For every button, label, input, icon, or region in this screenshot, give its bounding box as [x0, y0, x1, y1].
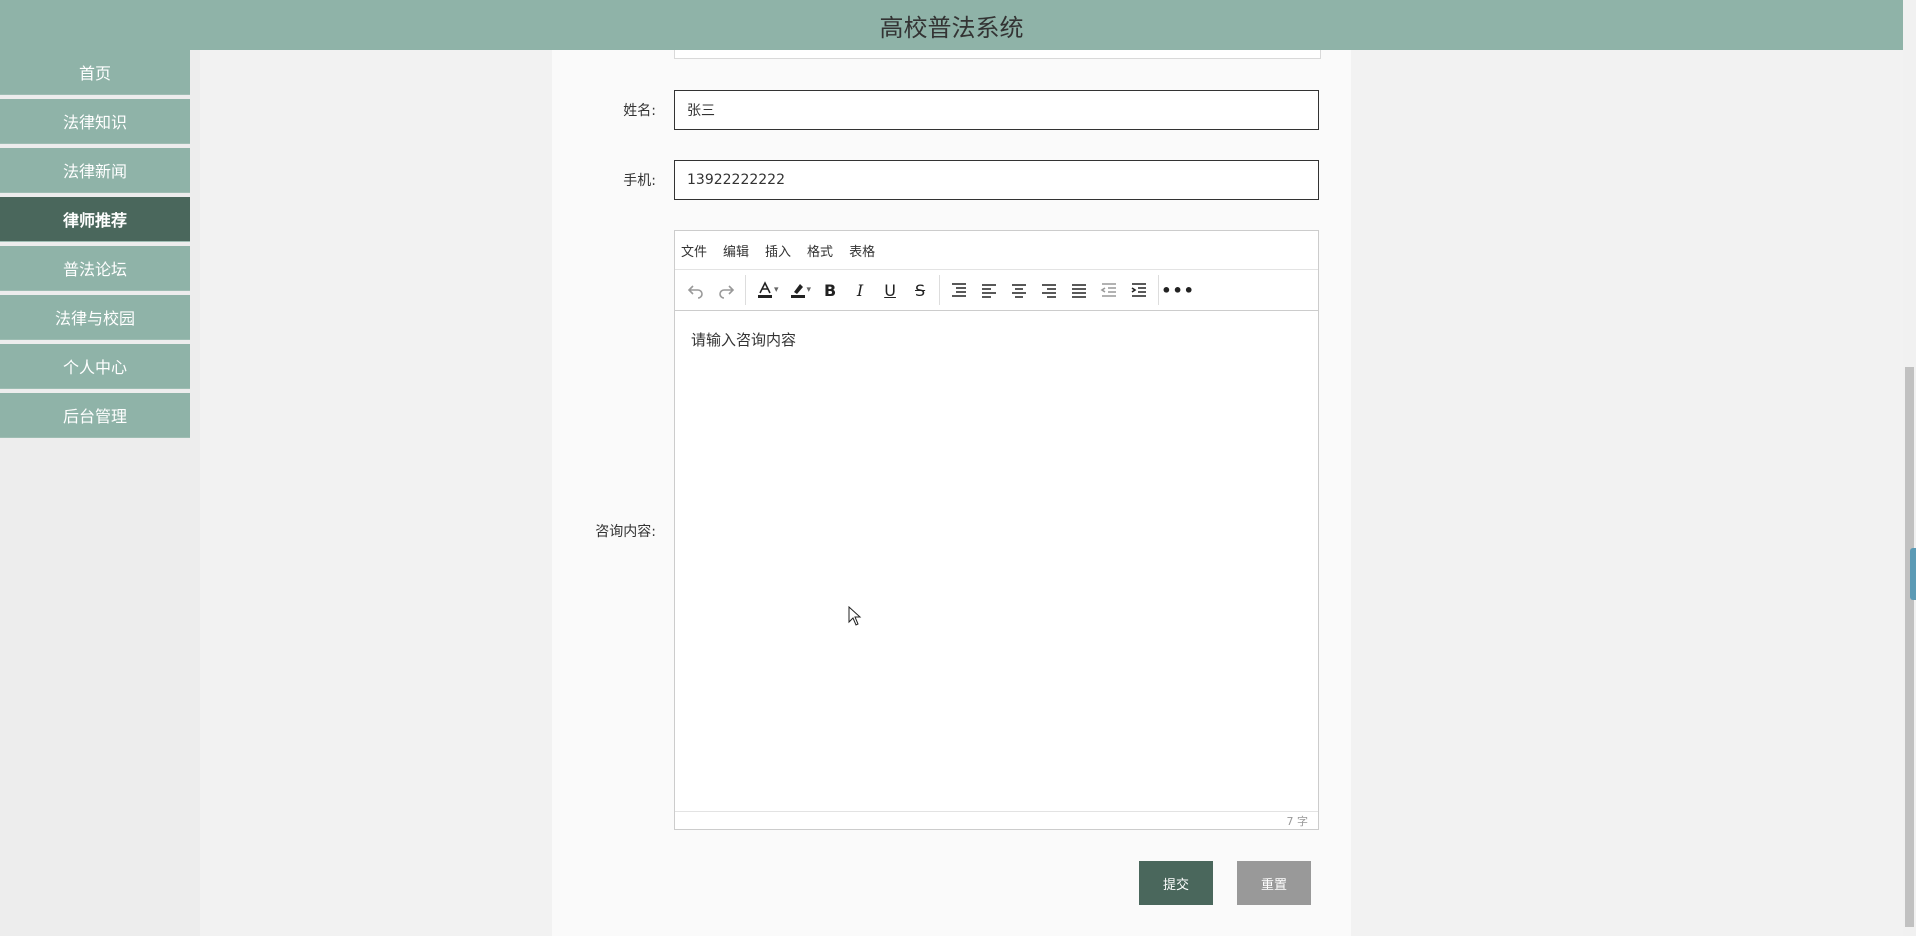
editor-toolbar: ▾ ▾ B I U S •••: [675, 270, 1318, 311]
align-right-icon[interactable]: [1034, 275, 1064, 305]
mouse-cursor-icon: [848, 606, 862, 626]
italic-icon[interactable]: I: [845, 275, 875, 305]
indent-icon[interactable]: [1124, 275, 1154, 305]
toolbar-separator: [1158, 275, 1160, 305]
line-height-icon[interactable]: [944, 275, 974, 305]
highlight-dropdown-icon[interactable]: ▾: [807, 285, 812, 295]
underline-icon[interactable]: U: [875, 275, 905, 305]
editor-menubar: 文件 编辑 插入 格式 表格: [675, 231, 1318, 270]
menu-insert[interactable]: 插入: [765, 241, 791, 260]
menu-file[interactable]: 文件: [681, 241, 707, 260]
editor-content-area[interactable]: 请输入咨询内容: [675, 311, 1318, 817]
phone-input[interactable]: [674, 160, 1319, 200]
previous-field-edge: [674, 50, 1321, 59]
align-justify-icon[interactable]: [1064, 275, 1094, 305]
more-icon[interactable]: •••: [1161, 275, 1194, 305]
sidebar-item-personal-center[interactable]: 个人中心: [0, 344, 190, 389]
sidebar-item-law-campus[interactable]: 法律与校园: [0, 295, 190, 340]
toolbar-separator: [939, 275, 941, 305]
bold-icon[interactable]: B: [815, 275, 845, 305]
sidebar: 首页 法律知识 法律新闻 律师推荐 普法论坛 法律与校园 个人中心 后台管理: [0, 50, 190, 442]
sidebar-item-home[interactable]: 首页: [0, 50, 190, 95]
submit-button[interactable]: 提交: [1139, 861, 1213, 905]
undo-icon[interactable]: [681, 275, 711, 305]
align-left-icon[interactable]: [974, 275, 1004, 305]
content-label: 咨询内容:: [595, 524, 656, 540]
menu-format[interactable]: 格式: [807, 241, 833, 260]
sidebar-item-forum[interactable]: 普法论坛: [0, 246, 190, 291]
align-center-icon[interactable]: [1004, 275, 1034, 305]
redo-icon[interactable]: [711, 275, 741, 305]
strikethrough-icon[interactable]: S: [905, 275, 935, 305]
reset-button[interactable]: 重置: [1237, 861, 1311, 905]
app-title: 高校普法系统: [879, 13, 1024, 42]
name-input[interactable]: [674, 90, 1319, 130]
app-header: 高校普法系统: [0, 0, 1903, 50]
rich-text-editor: 文件 编辑 插入 格式 表格 ▾ ▾ B I U S ••• 请输入咨询内容 7…: [674, 230, 1319, 830]
scroll-indicator: [1910, 548, 1916, 600]
menu-table[interactable]: 表格: [849, 241, 875, 260]
editor-placeholder: 请输入咨询内容: [691, 331, 797, 349]
outdent-icon[interactable]: [1094, 275, 1124, 305]
editor-statusbar: 7 字: [675, 811, 1318, 829]
word-count: 7 字: [1286, 814, 1309, 828]
toolbar-separator: [745, 275, 746, 305]
sidebar-item-admin[interactable]: 后台管理: [0, 393, 190, 438]
sidebar-item-legal-news[interactable]: 法律新闻: [0, 148, 190, 193]
font-color-dropdown-icon[interactable]: ▾: [774, 285, 779, 295]
scrollbar-thumb[interactable]: [1905, 367, 1914, 927]
sidebar-item-lawyer-recommend[interactable]: 律师推荐: [0, 197, 190, 242]
name-label: 姓名:: [623, 103, 656, 119]
menu-edit[interactable]: 编辑: [723, 241, 749, 260]
phone-label: 手机:: [623, 173, 656, 189]
sidebar-item-legal-knowledge[interactable]: 法律知识: [0, 99, 190, 144]
